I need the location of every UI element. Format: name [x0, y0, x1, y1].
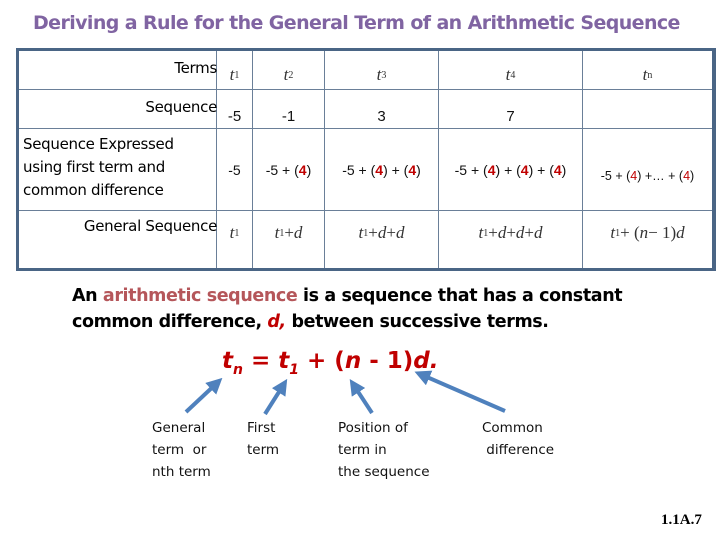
label-line: First — [247, 420, 276, 436]
label-common-difference: Common difference — [482, 417, 554, 461]
label-position: Position of term in the sequence — [338, 417, 430, 483]
label-line: nth term — [152, 464, 211, 480]
label-general-term: General term or nth term — [152, 417, 211, 483]
label-line: Position of — [338, 420, 408, 436]
label-line: difference — [482, 442, 555, 458]
label-line: Common — [482, 420, 543, 436]
label-first-term: First term — [247, 417, 279, 461]
arrow-icon — [184, 377, 223, 414]
label-line: General — [152, 420, 206, 436]
slide-number: 1.1A.7 — [661, 512, 702, 528]
arrow-icon — [263, 378, 288, 416]
label-line: the sequence — [338, 464, 430, 480]
label-line: term or — [152, 442, 207, 458]
arrow-icon — [349, 378, 374, 415]
label-line: term — [247, 442, 280, 458]
label-line: term in — [338, 442, 387, 458]
arrow-icon — [414, 370, 506, 413]
